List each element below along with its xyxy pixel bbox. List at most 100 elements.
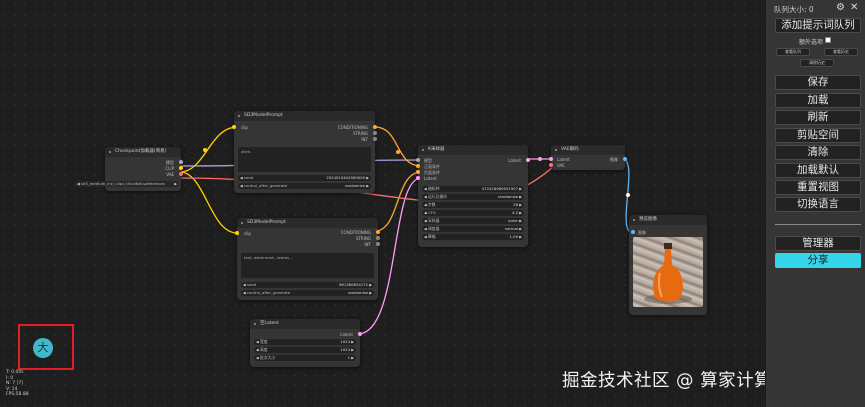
node-checkpoint-loader[interactable]: Checkpoint加载器(简易) 模型 CLIP VAE ◀ sd3_medi… [75,147,183,191]
view-queue-button[interactable]: 查看队列 [776,48,810,56]
arrow-left-icon[interactable]: ◀ [424,210,427,216]
seed-widget[interactable]: ◀ seed 2024010404560000 ▶ [238,175,371,181]
scheduler-widget[interactable]: ◀ 调度器 normal ▶ [422,226,524,232]
node-positive-prompt[interactable]: SD3ModelPrompt clip CONDITIONING STRING … [232,111,377,193]
input-latent-dot[interactable] [549,157,553,161]
arrow-left-icon[interactable]: ◀ [77,181,80,187]
sampler-widget[interactable]: ◀ 采样器 euler ▶ [422,218,524,224]
arrow-right-icon[interactable]: ▶ [519,194,522,200]
output-latent-dot[interactable] [358,332,362,336]
input-clip-dot[interactable] [232,125,236,129]
input-latent-label: Latent [424,176,437,181]
widget-value: 472418980941907 [481,186,518,191]
node-ksampler[interactable]: K采样器 模型 正面条件 负面条件 Latent Latent ◀ 随机种 4724… [416,145,530,247]
clipspace-button[interactable]: 剪贴空间 [775,128,861,143]
arrow-right-icon[interactable]: ▶ [351,339,354,345]
clear-button[interactable]: 清除 [775,145,861,160]
share-button[interactable]: 分享 [775,253,861,268]
node-empty-latent[interactable]: 空Latent Latent ◀ 宽度 1024 ▶ ◀ 高度 1024 ▶ ◀ 批次大小 1 ▶ [250,319,362,367]
arrow-right-icon[interactable]: ▶ [519,186,522,192]
cfg-widget[interactable]: ◀ CFG 4.5 ▶ [422,210,524,216]
output-conditioning-dot[interactable] [376,230,380,234]
input-model-dot[interactable] [416,158,420,162]
switch-language-button[interactable]: 切换语言 [775,197,861,212]
arrow-left-icon[interactable]: ◀ [424,186,427,192]
output-int-dot[interactable] [376,242,380,246]
save-button[interactable]: 保存 [775,75,861,90]
load-button[interactable]: 加载 [775,93,861,108]
steps-widget[interactable]: ◀ 步数 28 ▶ [422,202,524,208]
output-string-dot[interactable] [376,236,380,240]
arrow-left-icon[interactable]: ◀ [424,218,427,224]
widget-label: CFG [428,210,436,215]
arrow-left-icon[interactable]: ◀ [256,355,259,361]
output-conditioning-dot[interactable] [373,125,377,129]
ckpt-name-combo[interactable]: ◀ sd3_medium_incl_clips_t5xxlfp8.safeten… [75,181,179,187]
prompt-textarea[interactable]: text, watermark, lowres... [241,253,374,278]
arrow-right-icon[interactable]: ▶ [351,355,354,361]
widget-label: seed [244,175,254,180]
prompt-textarea[interactable]: alien. [238,147,371,172]
preview-output-image[interactable] [633,237,703,307]
arrow-right-icon[interactable]: ▶ [519,226,522,232]
input-positive-dot[interactable] [416,164,420,168]
output-clip-dot[interactable] [179,166,183,170]
input-latent-dot[interactable] [416,176,420,180]
input-vae-dot[interactable] [549,163,553,167]
arrow-right-icon[interactable]: ▶ [519,218,522,224]
denoise-widget[interactable]: ◀ 降噪 1.00 ▶ [422,234,524,240]
output-string-dot[interactable] [373,131,377,135]
close-icon[interactable]: ✕ [850,2,858,13]
arrow-left-icon[interactable]: ◀ [424,194,427,200]
arrow-right-icon[interactable]: ▶ [519,234,522,240]
arrow-left-icon[interactable]: ◀ [256,347,259,353]
manager-button[interactable]: 管理器 [775,236,861,251]
output-model-dot[interactable] [179,160,183,164]
arrow-left-icon[interactable]: ◀ [424,226,427,232]
height-widget[interactable]: ◀ 高度 1024 ▶ [254,347,356,353]
queue-prompt-button[interactable]: 添加提示词队列 [775,18,861,33]
node-negative-prompt[interactable]: SD3ModelPrompt clip CONDITIONING STRING … [235,218,380,300]
view-history-button[interactable]: 查看历史 [824,48,858,56]
arrow-right-icon[interactable]: ▶ [369,282,372,288]
output-image-dot[interactable] [623,157,627,161]
arrow-right-icon[interactable]: ▶ [351,347,354,353]
arrow-left-icon[interactable]: ◀ [243,282,246,288]
arrow-right-icon[interactable]: ▶ [366,183,369,189]
load-default-button[interactable]: 加载默认 [775,163,861,178]
widget-value: 1024 [340,339,350,344]
user-avatar[interactable]: 大 [33,338,53,358]
seed-widget[interactable]: ◀ seed 981380834172 ▶ [241,282,374,288]
arrow-left-icon[interactable]: ◀ [240,183,243,189]
reset-view-button[interactable]: 重置视图 [775,180,861,195]
input-clip-dot[interactable] [235,231,239,235]
control-after-generate-widget[interactable]: ◀ control_after_generate randomize ▶ [238,183,371,189]
output-latent-dot[interactable] [526,158,530,162]
arrow-right-icon[interactable]: ▶ [519,202,522,208]
node-vae-decode[interactable]: VAE解码 Latent VAE 图像 [549,145,627,170]
arrow-left-icon[interactable]: ◀ [424,234,427,240]
width-widget[interactable]: ◀ 宽度 1024 ▶ [254,339,356,345]
control-after-generate-widget[interactable]: ◀ 运行后操作 randomize ▶ [422,194,524,200]
extra-options-checkbox[interactable] [825,37,831,43]
seed-widget[interactable]: ◀ 随机种 472418980941907 ▶ [422,186,524,192]
arrow-left-icon[interactable]: ◀ [240,175,243,181]
arrow-right-icon[interactable]: ▶ [519,210,522,216]
batch-size-widget[interactable]: ◀ 批次大小 1 ▶ [254,355,356,361]
input-images-dot[interactable] [631,230,635,234]
node-preview-image[interactable]: 预览图像 图像 [629,215,707,315]
clear-history-button[interactable]: 清除历史 [800,59,834,67]
arrow-right-icon[interactable]: ▶ [369,290,372,296]
arrow-right-icon[interactable]: ▶ [174,181,177,187]
graph-canvas[interactable]: Checkpoint加载器(简易) 模型 CLIP VAE ◀ sd3_medi… [0,0,765,407]
output-vae-dot[interactable] [179,172,183,176]
arrow-right-icon[interactable]: ▶ [366,175,369,181]
refresh-button[interactable]: 刷新 [775,110,861,125]
arrow-left-icon[interactable]: ◀ [256,339,259,345]
output-int-dot[interactable] [373,137,377,141]
input-negative-dot[interactable] [416,170,420,174]
arrow-left-icon[interactable]: ◀ [243,290,246,296]
gear-icon[interactable]: ⚙ [836,2,845,13]
arrow-left-icon[interactable]: ◀ [424,202,427,208]
control-after-generate-widget[interactable]: ◀ control_after_generate randomize ▶ [241,290,374,296]
